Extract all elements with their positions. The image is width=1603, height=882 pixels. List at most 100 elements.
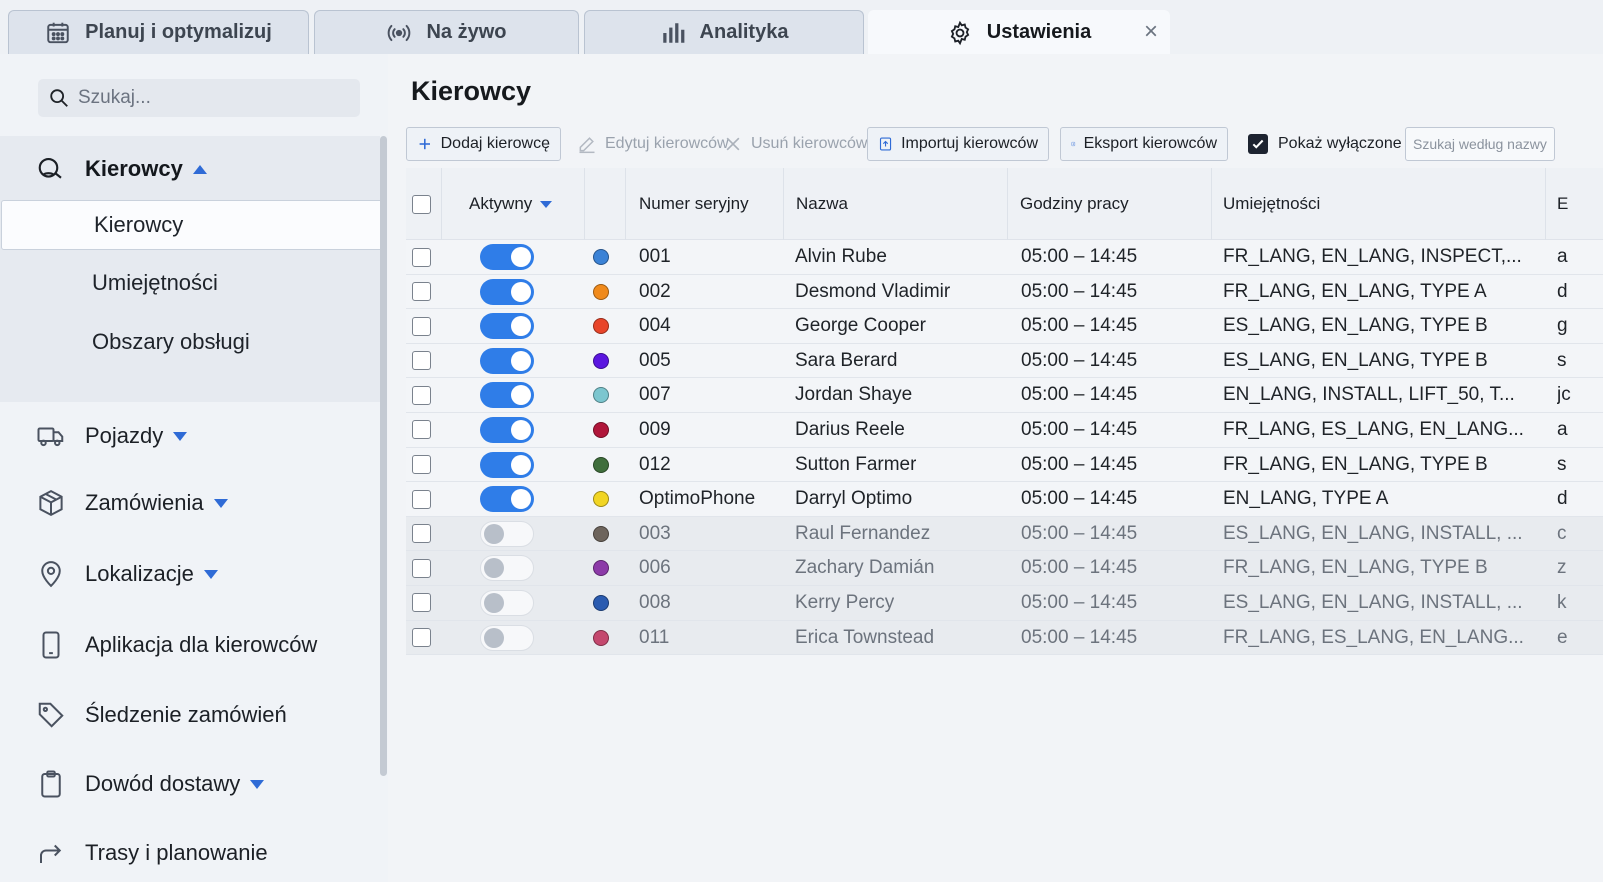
sidebar-subitem-skills[interactable]: Umiejętności [0,258,388,308]
table-row[interactable]: 002 Desmond Vladimir 05:00 – 14:45 FR_LANG,… [406,274,1603,310]
sidebar-subitem-drivers[interactable]: Kierowcy [1,200,387,250]
name-cell: Jordan Shaye [795,384,913,406]
sidebar-subitem-service-areas[interactable]: Obszary obsługi [0,317,388,367]
sidebar-item-orders[interactable]: Zamówienia [0,478,228,528]
table-row[interactable]: 008 Kerry Percy 05:00 – 14:45 ES_LANG, EN_L… [406,585,1603,621]
active-toggle[interactable] [480,382,534,409]
table-row[interactable]: OptimoPhone Darryl Optimo 05:00 – 14:45 EN_… [406,482,1603,517]
hours-cell: 05:00 – 14:45 [1021,626,1138,648]
upload-file-icon [879,137,892,151]
row-checkbox[interactable] [412,558,431,578]
row-checkbox[interactable] [412,385,431,405]
column-header-skills[interactable]: Umiejętności [1223,168,1320,240]
table-row[interactable]: 003 Raul Fernandez 05:00 – 14:45 ES_LANG, E… [406,516,1603,552]
add-driver-button[interactable]: Dodaj kierowcę [406,127,561,161]
sidebar-item-order-tracking[interactable]: Śledzenie zamówień [0,690,287,740]
active-toggle[interactable] [480,244,534,270]
phone-icon [42,631,60,659]
name-cell: George Cooper [795,315,926,337]
table-row[interactable]: 006 Zachary Damián 05:00 – 14:45 FR_LANG, E… [406,551,1603,586]
gear-icon [950,20,970,45]
table-row[interactable]: 007 Jordan Shaye 05:00 – 14:45 EN_LANG, INS… [406,378,1603,413]
table-row[interactable]: 004 George Cooper 05:00 – 14:45 ES_LANG, EN… [406,309,1603,344]
delete-drivers-button[interactable]: Usuń kierowców [712,127,878,161]
color-cell [593,517,609,551]
tab-analytics[interactable]: Analityka [584,10,864,54]
row-checkbox[interactable] [412,489,431,509]
hours-cell: 05:00 – 14:45 [1021,280,1138,302]
table-row[interactable]: 011 Erica Townstead 05:00 – 14:45 FR_LANG, … [406,620,1603,656]
sidebar-item-locations[interactable]: Lokalizacje [0,549,218,599]
sidebar-item-vehicles[interactable]: Pojazdy [0,411,188,461]
color-cell [593,275,609,309]
column-header-hours[interactable]: Godziny pracy [1020,168,1129,240]
chevron-up-icon [192,164,207,174]
sidebar-search[interactable] [38,79,360,117]
sidebar-item-proof-of-delivery[interactable]: Dowód dostawy [0,759,265,809]
tab-label: Analityka [699,21,789,43]
column-header-extra[interactable]: E [1557,168,1568,240]
search-input[interactable] [78,87,338,109]
chevron-down-icon [203,569,218,579]
table-row[interactable]: 001 Alvin Rube 05:00 – 14:45 FR_LANG, EN_LA… [406,240,1603,275]
active-toggle[interactable] [480,624,534,651]
name-cell: Zachary Damián [795,557,935,579]
column-label: Nazwa [796,194,848,213]
active-toggle[interactable] [480,416,534,443]
column-header-active[interactable]: Aktywny [469,168,553,240]
row-select-cell [412,517,431,551]
name-search-input[interactable] [1405,127,1555,161]
sidebar-item-label: Lokalizacje [85,561,194,586]
driver-color-dot [593,249,609,265]
top-tab-bar: Planuj i optymalizuj Na żywo Analityka U… [0,0,1603,54]
row-checkbox[interactable] [412,316,431,336]
row-checkbox[interactable] [412,420,431,440]
sort-down-icon [540,200,553,208]
checkbox-checked[interactable] [1248,134,1268,154]
tab-settings[interactable]: Ustawienia × [868,10,1170,54]
skills-cell: FR_LANG, ES_LANG, EN_LANG... [1223,626,1524,648]
active-toggle[interactable] [480,451,534,478]
row-checkbox[interactable] [412,455,431,475]
export-drivers-button[interactable]: Eksport kierowców [1060,127,1228,161]
select-all-checkbox[interactable] [412,194,431,214]
hours-cell: 05:00 – 14:45 [1021,315,1138,337]
active-toggle[interactable] [480,347,534,374]
name-cell: Alvin Rube [795,246,887,267]
active-cell [480,482,534,516]
column-divider [625,168,626,240]
active-toggle[interactable] [480,486,534,513]
sidebar-item-driver-app[interactable]: Aplikacja dla kierowców [0,620,317,670]
active-toggle[interactable] [480,589,534,616]
extra-cell: a [1557,418,1568,440]
close-icon[interactable]: × [1141,20,1161,44]
active-toggle[interactable] [480,555,534,582]
column-header-serial[interactable]: Numer seryjny [639,168,749,240]
import-drivers-button[interactable]: Importuj kierowców [867,127,1049,161]
hours-cell: 05:00 – 14:45 [1021,488,1138,510]
active-toggle[interactable] [480,520,534,547]
show-disabled-toggle[interactable]: Pokaż wyłączone [1248,127,1402,161]
active-toggle[interactable] [480,313,534,340]
row-checkbox[interactable] [412,628,431,648]
tab-live[interactable]: Na żywo [314,10,579,54]
plus-icon [419,138,431,150]
active-toggle[interactable] [480,278,534,305]
row-checkbox[interactable] [412,351,431,371]
serial-cell: 007 [639,384,671,406]
row-checkbox[interactable] [412,593,431,613]
sidebar-scrollbar[interactable] [380,136,387,776]
table-row[interactable]: 012 Sutton Farmer 05:00 – 14:45 FR_LANG, EN… [406,447,1603,483]
skills-cell: ES_LANG, EN_LANG, TYPE B [1223,315,1488,337]
row-checkbox[interactable] [412,282,431,302]
row-checkbox[interactable] [412,524,431,544]
sidebar-item-routes-planning[interactable]: Trasy i planowanie [0,828,268,878]
row-checkbox[interactable] [412,247,431,267]
table-row[interactable]: 005 Sara Berard 05:00 – 14:45 ES_LANG, EN_L… [406,343,1603,379]
sidebar-item-drivers[interactable]: Kierowcy [0,144,207,194]
table-row[interactable]: 009 Darius Reele 05:00 – 14:45 FR_LANG, ES_… [406,412,1603,448]
button-label: Importuj kierowców [901,135,1038,152]
tab-plan-optimize[interactable]: Planuj i optymalizuj [8,10,309,54]
nav-group-drivers: Kierowcy Kierowcy Umiejętności Obszary o… [0,136,387,402]
column-header-name[interactable]: Nazwa [796,168,848,240]
